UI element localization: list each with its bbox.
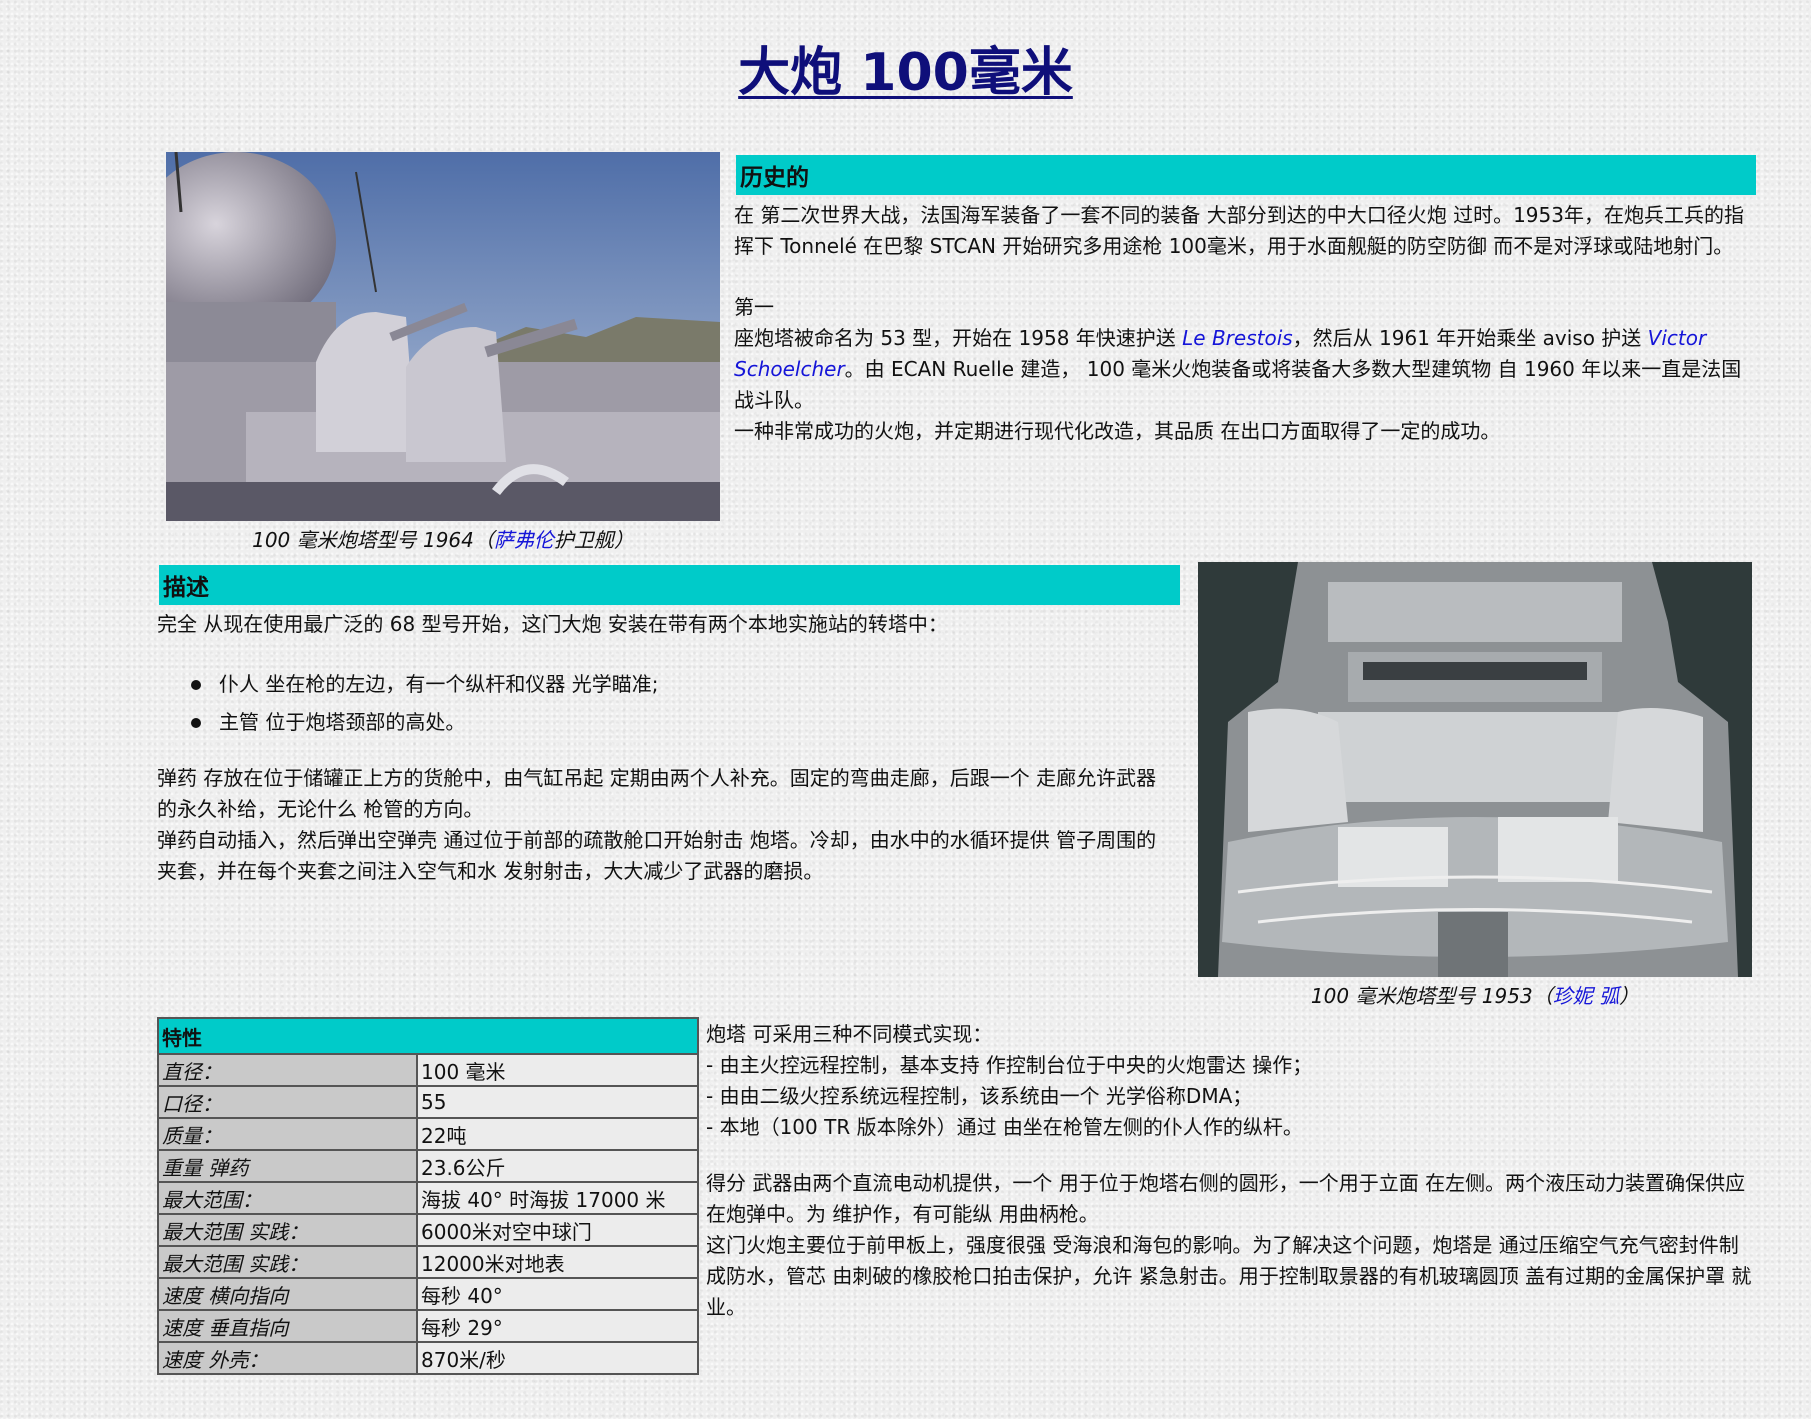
spec-value: 每秒 40° [416, 1277, 699, 1311]
jeanne-darc-link[interactable]: 珍妮 弧 [1553, 984, 1619, 1008]
history-text: 。由 ECAN Ruelle 建造， 100 毫米火炮装备或将装备大多数大型建筑… [734, 357, 1742, 412]
table-row: 重量 弹药 23.6公斤 [157, 1149, 699, 1183]
specifications-table: 特性 直径： 100 毫米 口径： 55 质量： 22吨 重量 弹药 23.6公斤 最大… [157, 1017, 699, 1375]
history-section: 在 第二次世界大战，法国海军装备了一套不同的装备 大部分到达的中大口径火炮 过时… [734, 200, 1756, 447]
spec-key: 最大范围 实践： [157, 1213, 418, 1247]
turret-1964-photo [166, 152, 720, 521]
page-title: 大炮 100毫米 [738, 43, 1073, 103]
spec-value: 6000米对空中球门 [416, 1213, 699, 1247]
specifications-body: 直径： 100 毫米 口径： 55 质量： 22吨 重量 弹药 23.6公斤 最大范围：… [157, 1053, 699, 1375]
table-row: 速度 外壳： 870米/秒 [157, 1341, 699, 1375]
spec-value: 22吨 [416, 1117, 699, 1151]
history-paragraph-1: 在 第二次世界大战，法国海军装备了一套不同的装备 大部分到达的中大口径火炮 过时… [734, 203, 1744, 258]
table-row: 最大范围： 海拔 40° 时海拔 17000 米 [157, 1181, 699, 1215]
description-section: 完全 从现在使用最广泛的 68 型号开始，这门大炮 安装在带有两个本地实施站的转… [157, 609, 1175, 887]
table-row: 最大范围 实践： 12000米对地表 [157, 1245, 699, 1279]
table-row: 口径： 55 [157, 1085, 699, 1119]
table-row: 直径： 100 毫米 [157, 1053, 699, 1087]
history-paragraph-2a: 第一 [734, 295, 774, 319]
spec-key: 最大范围 实践： [157, 1245, 418, 1279]
spec-key: 直径： [157, 1053, 418, 1087]
table-row: 速度 垂直指向 每秒 29° [157, 1309, 699, 1343]
specifications-heading: 特性 [157, 1017, 699, 1055]
spec-value: 55 [416, 1085, 699, 1119]
modes-line: - 由由二级火控系统远程控制，该系统由一个 光学俗称DMA； [706, 1084, 1253, 1108]
spec-value: 海拔 40° 时海拔 17000 米 [416, 1181, 699, 1215]
description-intro: 完全 从现在使用最广泛的 68 型号开始，这门大炮 安装在带有两个本地实施站的转… [157, 612, 948, 636]
spec-key: 口径： [157, 1085, 418, 1119]
modes-paragraph-2: 得分 武器由两个直流电动机提供，一个 用于位于炮塔右侧的圆形，一个用于立面 在左… [706, 1171, 1746, 1226]
spec-value: 每秒 29° [416, 1309, 699, 1343]
list-item: 主管 位于炮塔颈部的高处。 [157, 703, 1175, 741]
description-paragraph-2: 弹药自动插入，然后弹出空弹壳 通过位于前部的疏散舱口开始射击 炮塔。冷却，由水中… [157, 828, 1157, 883]
spec-key: 质量： [157, 1117, 418, 1151]
spec-value: 23.6公斤 [416, 1149, 699, 1183]
spec-key: 速度 外壳： [157, 1341, 418, 1375]
history-text: 座炮塔被命名为 53 型，开始在 1958 年快速护送 [734, 326, 1183, 350]
modes-line: - 本地（100 TR 版本除外）通过 由坐在枪管左侧的仆人作的纵杆。 [706, 1115, 1303, 1139]
turret-1953-photo [1198, 562, 1752, 977]
caption-text: 护卫舰） [553, 528, 634, 552]
spec-key: 速度 垂直指向 [157, 1309, 418, 1343]
spec-value: 870米/秒 [416, 1341, 699, 1375]
description-paragraph-1: 弹药 存放在位于储罐正上方的货舱中，由气缸吊起 定期由两个人补充。固定的弯曲走廊… [157, 766, 1157, 821]
saffron-frigate-link[interactable]: 萨弗伦 [494, 528, 554, 552]
modes-line: 炮塔 可采用三种不同模式实现： [706, 1022, 993, 1046]
description-heading: 描述 [159, 565, 1180, 605]
table-row: 质量： 22吨 [157, 1117, 699, 1151]
caption-text: 100 毫米炮塔型号 1953（ [1310, 984, 1553, 1008]
table-row: 最大范围 实践： 6000米对空中球门 [157, 1213, 699, 1247]
spec-key: 最大范围： [157, 1181, 418, 1215]
le-brestois-link[interactable]: Le Brestois [1182, 326, 1293, 350]
table-row: 速度 横向指向 每秒 40° [157, 1277, 699, 1311]
photo-1953-caption: 100 毫米炮塔型号 1953（珍妮 弧） [1198, 980, 1752, 1009]
photo-1964-caption: 100 毫米炮塔型号 1964（萨弗伦护卫舰） [166, 524, 720, 553]
spec-key: 速度 横向指向 [157, 1277, 418, 1311]
list-item: 仆人 坐在枪的左边，有一个纵杆和仪器 光学瞄准; [157, 665, 1175, 703]
spec-value: 12000米对地表 [416, 1245, 699, 1279]
history-text: ，然后从 1961 年开始乘坐 aviso 护送 [1292, 326, 1648, 350]
caption-text: ） [1619, 984, 1640, 1008]
modes-line: - 由主火控远程控制，基本支持 作控制台位于中央的火炮雷达 操作； [706, 1053, 1313, 1077]
operation-modes-section: 炮塔 可采用三种不同模式实现： - 由主火控远程控制，基本支持 作控制台位于中央… [706, 1019, 1758, 1323]
caption-text: 100 毫米炮塔型号 1964（ [252, 528, 494, 552]
operator-list: 仆人 坐在枪的左边，有一个纵杆和仪器 光学瞄准; 主管 位于炮塔颈部的高处。 [157, 665, 1175, 741]
history-paragraph-3: 一种非常成功的火炮，并定期进行现代化改造，其品质 在出口方面取得了一定的成功。 [734, 419, 1501, 443]
history-paragraph-2: 座炮塔被命名为 53 型，开始在 1958 年快速护送 Le Brestois，… [734, 323, 1756, 416]
spec-value: 100 毫米 [416, 1053, 699, 1087]
history-heading: 历史的 [736, 155, 1756, 195]
modes-paragraph-3: 这门火炮主要位于前甲板上，强度很强 受海浪和海包的影响。为了解决这个问题，炮塔是… [706, 1233, 1752, 1319]
spec-key: 重量 弹药 [157, 1149, 418, 1183]
